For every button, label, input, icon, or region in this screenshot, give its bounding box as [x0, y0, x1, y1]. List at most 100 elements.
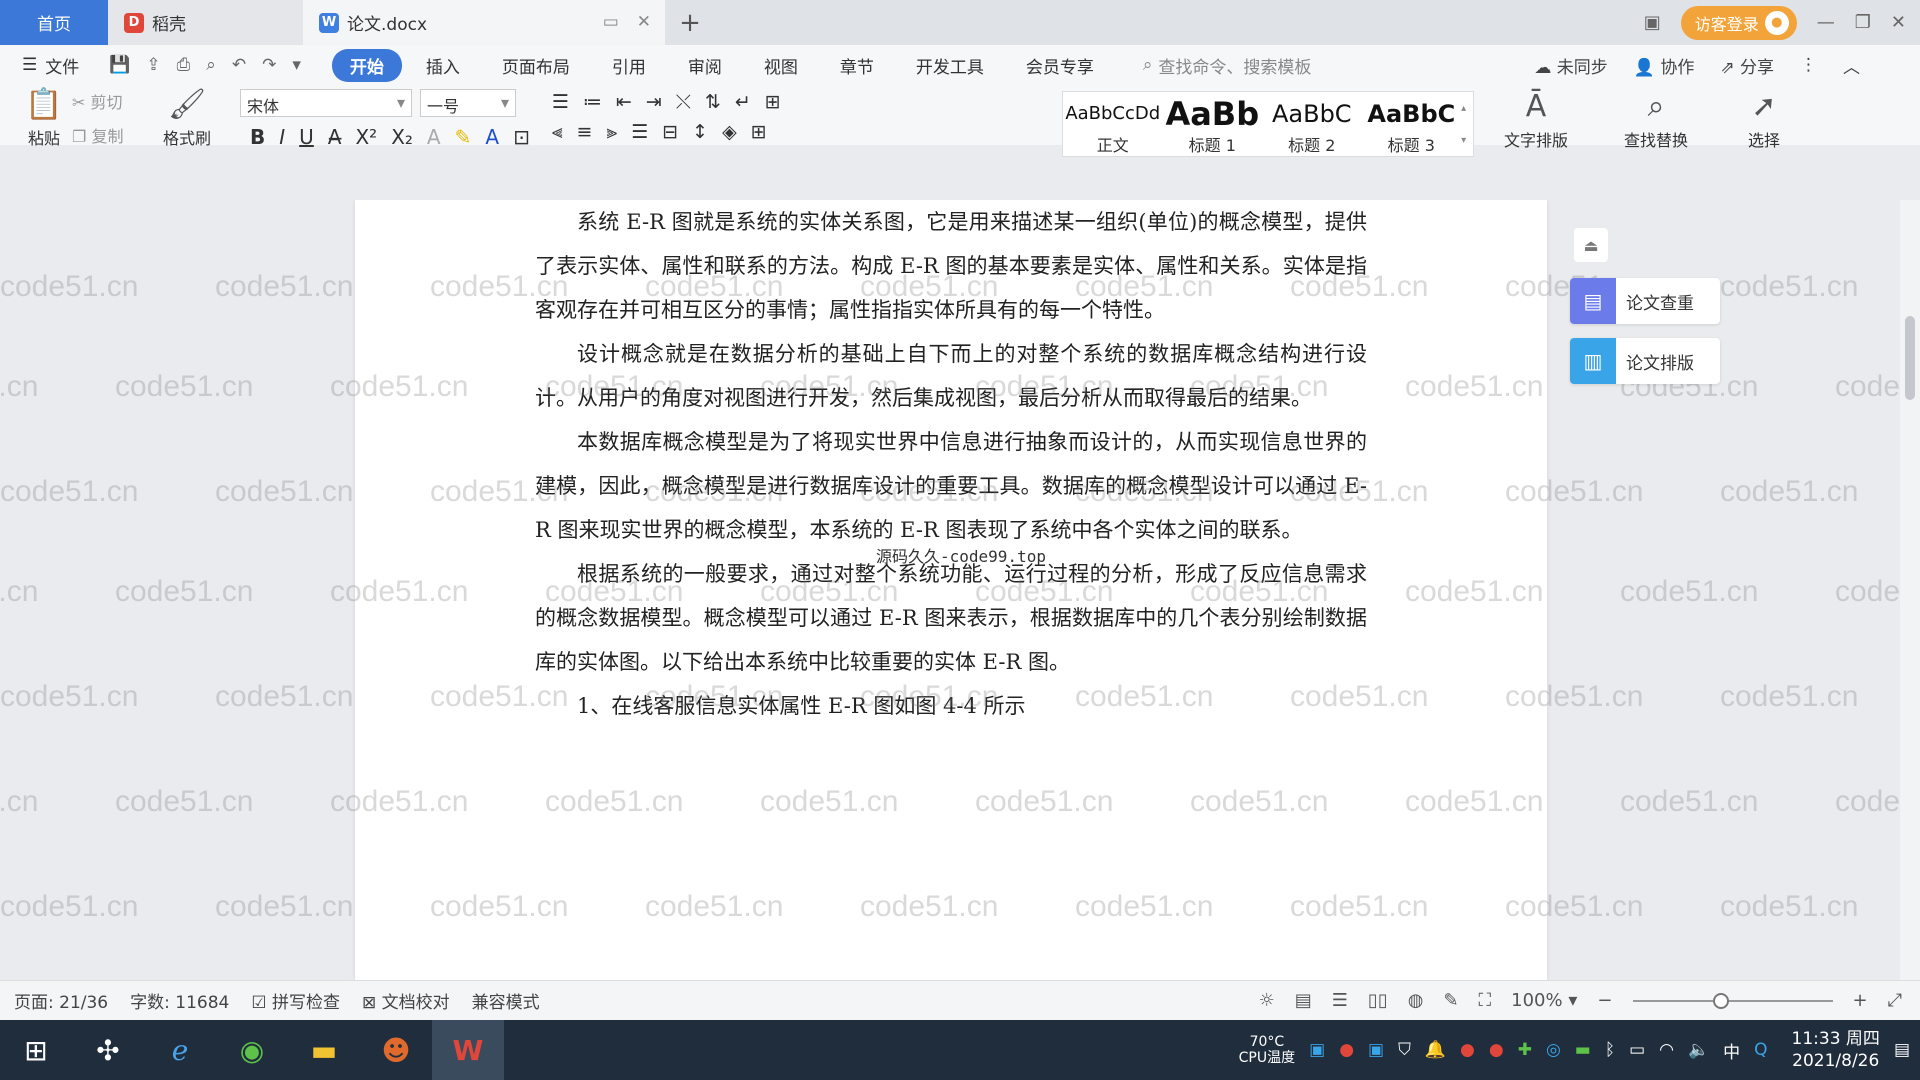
doc-paragraph-1[interactable]: 系统 E-R 图就是系统的实体关系图，它是用来描述某一组织(单位)的概念模型，提… [535, 200, 1367, 332]
restore-icon[interactable]: ❐ [1855, 12, 1871, 33]
share-button[interactable]: ⇗ 分享 [1720, 53, 1774, 78]
ime-indicator[interactable]: 中 [1723, 1038, 1740, 1063]
save-icon[interactable]: 💾 [109, 55, 130, 75]
battery-icon[interactable]: ▭ [1629, 1040, 1645, 1060]
shading-icon[interactable]: ◈ [722, 121, 737, 143]
menu-tab-member[interactable]: 会员专享 [1008, 49, 1112, 82]
fit-page-icon[interactable]: ⛶ [1479, 990, 1492, 1011]
customize-icon[interactable]: ▾ [292, 55, 301, 75]
decrease-indent-icon[interactable]: ⇤ [616, 91, 632, 113]
outline-view-icon[interactable]: ☰ [1332, 990, 1348, 1011]
read-view-icon[interactable]: ▯▯ [1368, 990, 1388, 1011]
zoom-in-icon[interactable]: + [1853, 990, 1868, 1011]
close-tab-icon[interactable]: ✕ [637, 12, 651, 32]
zoom-slider-knob[interactable] [1712, 992, 1729, 1009]
shield-icon[interactable]: ⛉ [1398, 1040, 1411, 1060]
tab-document[interactable]: W 论文.docx ▭ ✕ [303, 0, 665, 45]
doc-paragraph-4[interactable]: 根据系统的一般要求，通过对整个系统功能、运行过程的分析，形成了反应信息需求的概念… [535, 552, 1367, 684]
zoom-select[interactable]: 100% ▾ [1511, 990, 1577, 1011]
sync-button[interactable]: ☁ 未同步 [1534, 53, 1607, 78]
increase-indent-icon[interactable]: ⇥ [646, 91, 662, 113]
zoom-slider[interactable] [1632, 992, 1833, 1009]
align-left-icon[interactable]: ⫷ [552, 121, 563, 143]
menu-tab-dev-tools[interactable]: 开发工具 [898, 49, 1002, 82]
new-tab-button[interactable]: + [665, 0, 715, 45]
style-normal[interactable]: AaBbCcDd 正文 [1063, 92, 1163, 156]
redo-icon[interactable]: ↷ [262, 55, 276, 75]
word-count[interactable]: 字数: 11684 [130, 988, 229, 1013]
notification-icon[interactable]: ▤ [1894, 1040, 1910, 1060]
cpu-temp-widget[interactable]: 70°C CPU温度 [1239, 1034, 1295, 1066]
close-window-icon[interactable]: ✕ [1891, 12, 1906, 33]
media-app-icon[interactable]: ☻ [360, 1020, 432, 1080]
style-scroll[interactable]: ▴ ▾ [1461, 92, 1473, 156]
login-button[interactable]: 访客登录 ● [1680, 5, 1797, 40]
font-family-select[interactable]: 宋体 ▾ [240, 89, 412, 117]
select-button[interactable]: ➚ 选择 [1734, 87, 1794, 151]
minimize-icon[interactable]: — [1817, 12, 1835, 33]
system-clock[interactable]: 11:33 周四 2021/8/26 [1792, 1028, 1880, 1072]
undo-icon[interactable]: ↶ [232, 55, 246, 75]
tray-app-icon[interactable]: ✚ [1518, 1040, 1532, 1060]
volume-icon[interactable]: 🔈 [1688, 1040, 1709, 1060]
copy-button[interactable]: ❐ 复制 [72, 123, 152, 147]
document-page[interactable]: 系统 E-R 图就是系统的实体关系图，它是用来描述某一组织(单位)的概念模型，提… [355, 200, 1547, 980]
zoom-out-icon[interactable]: − [1597, 990, 1612, 1011]
tray-app-icon[interactable]: ◎ [1546, 1040, 1561, 1060]
eye-protect-icon[interactable]: ☼ [1259, 990, 1275, 1011]
font-color-button[interactable]: A [485, 125, 499, 149]
justify-icon[interactable]: ☰ [631, 121, 648, 143]
line-spacing-icon[interactable]: ↕ [692, 121, 708, 143]
document-body[interactable]: 系统 E-R 图就是系统的实体关系图，它是用来描述某一组织(单位)的概念模型，提… [535, 200, 1367, 728]
menu-tab-review[interactable]: 审阅 [670, 49, 740, 82]
tray-app-icon[interactable]: ● [1339, 1040, 1354, 1060]
more-icon[interactable]: ⋮ [1800, 55, 1817, 75]
doc-proof-button[interactable]: ⊠ 文档校对 [362, 988, 450, 1013]
fan-app-icon[interactable]: ✣ [72, 1020, 144, 1080]
style-heading-3[interactable]: AaBbC 标题 3 [1362, 92, 1462, 156]
superscript-button[interactable]: X² [355, 125, 377, 149]
highlight-button[interactable]: ✎ [455, 125, 472, 149]
paper-check-button[interactable]: ▤ 论文查重 [1570, 278, 1720, 324]
gpu-icon[interactable]: ▬ [1575, 1040, 1591, 1060]
style-heading-1[interactable]: AaBb 标题 1 [1163, 92, 1263, 156]
page-indicator[interactable]: 页面: 21/36 [14, 988, 108, 1013]
sort-icon[interactable]: ⇅ [705, 91, 721, 113]
doc-paragraph-3[interactable]: 本数据库概念模型是为了将现实世界中信息进行抽象而设计的，从而实现信息世界的建模，… [535, 420, 1367, 552]
fullscreen-icon[interactable]: ⤢ [1888, 990, 1902, 1011]
start-menu-icon[interactable]: ⊞ [0, 1020, 72, 1080]
bullet-list-icon[interactable]: ☰ [552, 91, 569, 113]
page-view-icon[interactable]: ▤ [1295, 990, 1312, 1011]
scroll-thumb[interactable] [1905, 316, 1915, 400]
collapse-ribbon-icon[interactable]: ︿ [1843, 53, 1860, 78]
menu-tab-start[interactable]: 开始 [331, 48, 402, 82]
spell-check-button[interactable]: ☑ 拼写检查 [251, 988, 340, 1013]
underline-button[interactable]: U [299, 125, 314, 149]
bell-icon[interactable]: 🔔 [1425, 1040, 1446, 1060]
preview-icon[interactable]: ⌕ [206, 55, 216, 75]
tab-docer[interactable]: D 稻壳 [108, 0, 303, 45]
collab-button[interactable]: 👤 协作 [1634, 53, 1695, 78]
menu-tab-view[interactable]: 视图 [746, 49, 816, 82]
vertical-scrollbar[interactable] [1900, 200, 1920, 980]
style-heading-2[interactable]: AaBbC 标题 2 [1262, 92, 1362, 156]
file-menu[interactable]: ☰ 文件 [22, 53, 79, 78]
menu-tab-references[interactable]: 引用 [594, 49, 664, 82]
tab-stop-icon[interactable]: ⊞ [765, 91, 781, 113]
monitor-icon[interactable]: ▭ [603, 12, 619, 32]
command-search[interactable]: ⌕ 查找命令、搜索模板 [1143, 53, 1312, 78]
input-method-icon[interactable]: Q [1754, 1040, 1767, 1060]
doc-paragraph-2[interactable]: 设计概念就是在数据分析的基础上自下而上的对整个系统的数据库概念结构进行设计。从用… [535, 332, 1367, 420]
file-explorer-icon[interactable]: ▬ [288, 1020, 360, 1080]
align-center-icon[interactable]: ≡ [577, 121, 593, 143]
numbered-list-icon[interactable]: ≔ [583, 91, 602, 113]
write-view-icon[interactable]: ✎ [1443, 990, 1458, 1011]
bluetooth-icon[interactable]: ᛒ [1605, 1040, 1615, 1060]
menu-tab-chapter[interactable]: 章节 [822, 49, 892, 82]
side-collapse-button[interactable]: ⏏ [1574, 228, 1608, 262]
distributed-icon[interactable]: ⊟ [662, 121, 678, 143]
strikethrough-button[interactable]: A̶ [328, 125, 342, 149]
cut-button[interactable]: ✂ 剪切 [72, 89, 152, 113]
tray-app-icon[interactable]: ▣ [1368, 1040, 1384, 1060]
print-icon[interactable]: ⎙ [177, 55, 191, 75]
